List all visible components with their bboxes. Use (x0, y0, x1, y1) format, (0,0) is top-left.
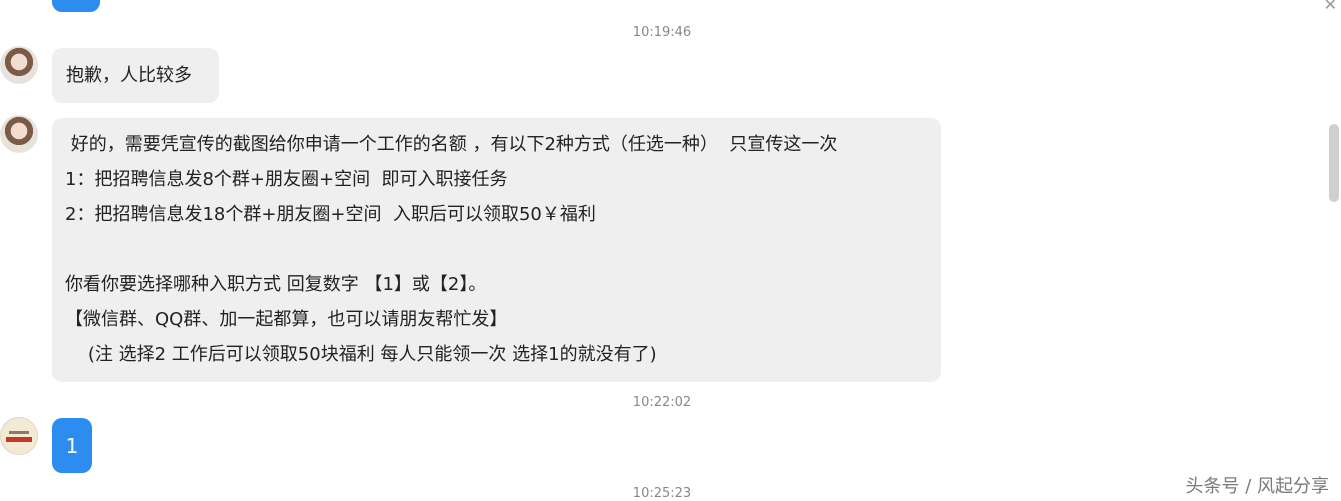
timestamp: 10:22:02 (632, 395, 692, 410)
scrollbar[interactable] (1323, 0, 1341, 501)
message-line: (注 选择2 工作后可以领取50块福利 每人只能领一次 选择1的就没有了) (65, 344, 657, 365)
received-message: 抱歉，人比较多 (52, 48, 219, 103)
message-line: 2：把招聘信息发18个群+朋友圈+空间 入职后可以领取50￥福利 (65, 204, 596, 225)
timestamp: 10:19:46 (632, 25, 692, 40)
sent-bubble-partial (52, 0, 100, 12)
message-text: 1 (65, 433, 79, 458)
message-line (65, 232, 941, 267)
message-text: 抱歉，人比较多 (66, 65, 192, 86)
scroll-thumb[interactable] (1329, 124, 1339, 202)
message-line: 好的，需要凭宣传的截图给你申请一个工作的名额 ，有以下2种方式（任选一种） 只宣… (65, 134, 838, 155)
user-avatar[interactable] (0, 417, 38, 455)
contact-avatar[interactable] (0, 46, 38, 84)
close-icon[interactable]: ✕ (1324, 0, 1337, 14)
message-line: 你看你要选择哪种入职方式 回复数字 【1】或【2】。 (65, 274, 487, 295)
contact-avatar[interactable] (0, 115, 38, 153)
watermark: 头条号 / 风起分享 (1185, 476, 1329, 497)
received-message-long: 好的，需要凭宣传的截图给你申请一个工作的名额 ，有以下2种方式（任选一种） 只宣… (52, 118, 941, 382)
sent-message: 1 (52, 418, 92, 473)
chat-thread: 10:19:46 抱歉，人比较多 好的，需要凭宣传的截图给你申请一个工作的名额 … (0, 0, 1320, 501)
message-line: 【微信群、QQ群、加一起都算，也可以请朋友帮忙发】 (65, 309, 508, 330)
timestamp: 10:25:23 (632, 486, 692, 501)
message-line: 1：把招聘信息发8个群+朋友圈+空间 即可入职接任务 (65, 169, 508, 190)
